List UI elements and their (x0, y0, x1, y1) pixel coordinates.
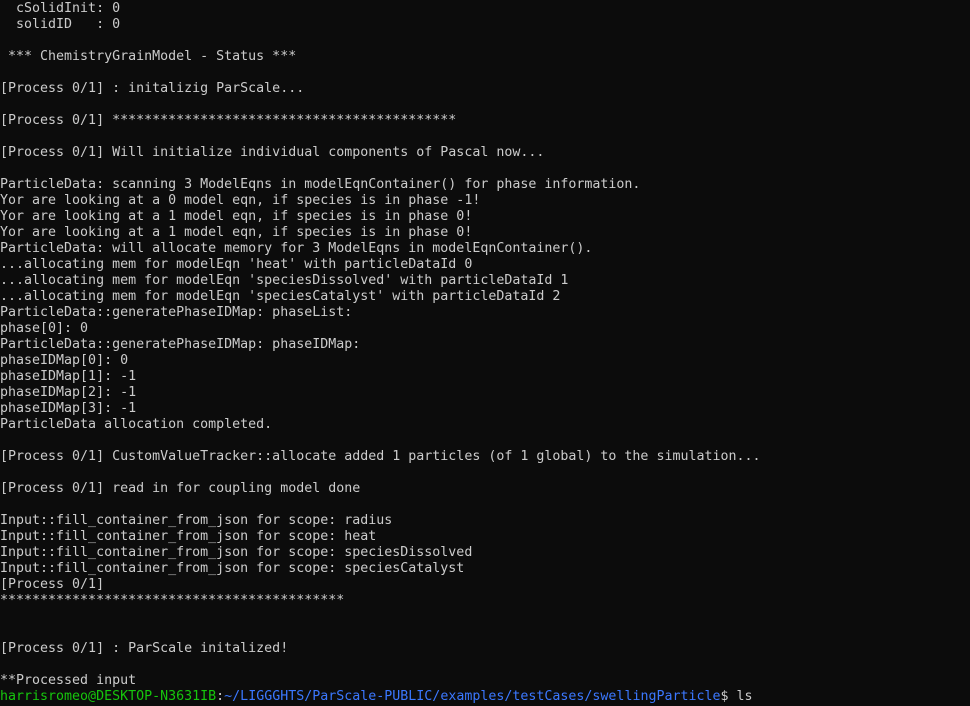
terminal-output: cSolidInit: 0 solidID : 0 *** ChemistryG… (0, 1, 761, 705)
terminal-output-line: Yor are looking at a 0 model eqn, if spe… (0, 193, 481, 208)
terminal-output-line: [Process 0/1] read in for coupling model… (0, 481, 361, 496)
prompt-user-host: harrisromeo@DESKTOP-N3631IB (0, 689, 217, 704)
terminal-output-line: Input::fill_container_from_json for scop… (0, 561, 465, 576)
terminal-output-line: Input::fill_container_from_json for scop… (0, 529, 377, 544)
prompt-separator: : (216, 689, 225, 704)
terminal-output-line: [Process 0/1] CustomValueTracker::alloca… (0, 449, 761, 464)
terminal-output-line: ParticleData::generatePhaseIDMap: phaseI… (0, 337, 361, 352)
terminal-output-line: *** ChemistryGrainModel - Status *** (0, 49, 297, 64)
terminal-output-line: ****************************************… (0, 593, 345, 608)
terminal-output-line: phase[0]: 0 (0, 321, 89, 336)
shell-prompt-line[interactable]: harrisromeo@DESKTOP-N3631IB:~/LIGGGHTS/P… (0, 689, 761, 705)
terminal-output-line: ParticleData::generatePhaseIDMap: phaseL… (0, 305, 353, 320)
terminal-output-line: cSolidInit: 0 (0, 1, 121, 16)
terminal-output-line: [Process 0/1] : ParScale initalized! (0, 641, 289, 656)
prompt-dollar: $ (720, 689, 737, 704)
terminal-output-line: phaseIDMap[1]: -1 (0, 369, 137, 384)
terminal-output-line: ParticleData allocation completed. (0, 417, 273, 432)
terminal-output-line: phaseIDMap[2]: -1 (0, 385, 137, 400)
terminal-output-line: solidID : 0 (0, 17, 121, 32)
terminal-output-line: phaseIDMap[3]: -1 (0, 401, 137, 416)
terminal-output-line: ...allocating mem for modelEqn 'speciesD… (0, 273, 569, 288)
typed-command[interactable]: ls (737, 689, 753, 704)
prompt-path: ~/LIGGGHTS/ParScale-PUBLIC/examples/test… (224, 689, 721, 704)
terminal-output-line: Yor are looking at a 1 model eqn, if spe… (0, 225, 473, 240)
terminal-output-line: ...allocating mem for modelEqn 'speciesC… (0, 289, 561, 304)
terminal-output-line: ParticleData: will allocate memory for 3… (0, 241, 593, 256)
terminal-output-line: Yor are looking at a 1 model eqn, if spe… (0, 209, 473, 224)
terminal-output-line: **Processed input (0, 673, 137, 688)
terminal-output-line: ParticleData: scanning 3 ModelEqns in mo… (0, 177, 641, 192)
terminal-output-line: [Process 0/1] **************************… (0, 113, 457, 128)
terminal-output-line: phaseIDMap[0]: 0 (0, 353, 129, 368)
terminal-output-line: ...allocating mem for modelEqn 'heat' wi… (0, 257, 473, 272)
terminal-output-line: [Process 0/1] (0, 577, 105, 592)
terminal-output-line: Input::fill_container_from_json for scop… (0, 513, 393, 528)
terminal-output-line: [Process 0/1] Will initialize individual… (0, 145, 545, 160)
terminal-window[interactable]: cSolidInit: 0 solidID : 0 *** ChemistryG… (0, 0, 970, 706)
terminal-output-line: [Process 0/1] : initalizig ParScale... (0, 81, 305, 96)
terminal-output-line: Input::fill_container_from_json for scop… (0, 545, 473, 560)
